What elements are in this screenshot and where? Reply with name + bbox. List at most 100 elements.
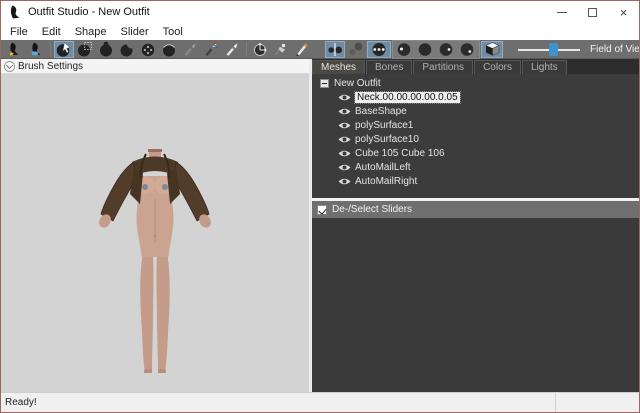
right-panel: Meshes Bones Partitions Colors Lights Ne… xyxy=(312,59,639,392)
tab-colors[interactable]: Colors xyxy=(474,60,521,74)
tree-row[interactable]: BaseShape xyxy=(312,104,639,118)
tab-lights[interactable]: Lights xyxy=(521,60,567,74)
minimize-button[interactable] xyxy=(546,1,577,23)
alpha-brush-button[interactable] xyxy=(222,41,242,58)
light-3-button[interactable] xyxy=(457,41,477,58)
tree-row[interactable]: Neck.00.00.00.00.0.05 xyxy=(312,90,639,104)
mask-brush-button[interactable] xyxy=(75,41,95,58)
menu-file[interactable]: File xyxy=(3,25,35,39)
visibility-eye-icon[interactable] xyxy=(338,107,351,116)
viewport-3d[interactable] xyxy=(1,74,309,392)
collapse-minus-icon[interactable] xyxy=(320,78,329,88)
light-2-icon xyxy=(439,43,453,56)
menu-tool[interactable]: Tool xyxy=(156,25,190,39)
load-project-icon xyxy=(31,42,40,56)
tree-item-label[interactable]: AutoMailRight xyxy=(355,176,417,187)
perspective-cube-icon xyxy=(484,42,500,56)
move-brush-button[interactable] xyxy=(138,41,158,58)
inflate-brush-icon xyxy=(100,41,112,57)
connected-vertices-button[interactable] xyxy=(346,41,366,58)
sliders-section-label: De-/Select Sliders xyxy=(332,204,413,215)
toolbar-right-group xyxy=(325,39,504,59)
field-of-view-label: Field of View: 65 xyxy=(590,43,640,55)
toolbar: Field of View: 65 xyxy=(1,39,640,59)
smooth-brush-button[interactable] xyxy=(159,41,179,58)
window-title: Outfit Studio - New Outfit xyxy=(28,6,150,18)
menu-slider[interactable]: Slider xyxy=(114,25,156,39)
brush-settings-header[interactable]: Brush Settings xyxy=(1,59,309,74)
inflate-brush-button[interactable] xyxy=(96,41,116,58)
toolbar-separator xyxy=(246,42,247,56)
main-content: Brush Settings Meshes Bones Partitions C… xyxy=(1,59,639,392)
status-text: Ready! xyxy=(5,397,37,408)
undiff-brush-button[interactable] xyxy=(180,41,200,58)
visibility-eye-icon[interactable] xyxy=(338,121,351,130)
pen-tool-button[interactable] xyxy=(292,41,312,58)
x-mirror-button[interactable] xyxy=(325,40,345,58)
menu-shape[interactable]: Shape xyxy=(68,25,114,39)
visibility-eye-icon[interactable] xyxy=(338,149,351,158)
select-tool-button[interactable] xyxy=(54,40,74,58)
tree-row[interactable]: AutoMailRight xyxy=(312,174,639,188)
pin-tool-button[interactable] xyxy=(271,41,291,58)
tree-item-label[interactable]: Neck.00.00.00.00.0.05 xyxy=(354,90,461,104)
new-project-icon xyxy=(8,42,18,57)
light-global-icon xyxy=(397,43,411,56)
tree-item-label[interactable]: BaseShape xyxy=(355,106,407,117)
sliders-panel xyxy=(312,218,639,392)
tree-root-row[interactable]: New Outfit xyxy=(312,76,639,90)
select-sliders-checkbox[interactable] xyxy=(317,204,327,215)
light-3-icon xyxy=(460,43,474,56)
slider-handle[interactable] xyxy=(549,42,558,56)
outfit-studio-window: Outfit Studio - New Outfit × File Edit S… xyxy=(0,0,640,413)
maximize-button[interactable] xyxy=(577,1,608,23)
visibility-eye-icon[interactable] xyxy=(338,135,351,144)
new-project-button[interactable] xyxy=(3,41,24,58)
color-brush-button[interactable] xyxy=(201,41,221,58)
deflate-brush-button[interactable] xyxy=(117,41,137,58)
mask-brush-icon xyxy=(78,42,92,57)
perspective-toggle-button[interactable] xyxy=(481,40,503,58)
tree-row[interactable]: Cube 105 Cube 106 xyxy=(312,146,639,160)
app-icon xyxy=(8,5,22,19)
field-of-view-slider[interactable] xyxy=(518,41,580,58)
light-global-button[interactable] xyxy=(394,41,414,58)
load-project-button[interactable] xyxy=(25,41,46,58)
window-controls: × xyxy=(546,1,639,23)
transform-tool-button[interactable] xyxy=(250,41,270,58)
smooth-brush-icon xyxy=(163,44,175,57)
tree-row[interactable]: polySurface1 xyxy=(312,118,639,132)
visibility-eye-icon[interactable] xyxy=(338,163,351,172)
tab-meshes[interactable]: Meshes xyxy=(312,60,366,74)
tree-item-label[interactable]: Cube 105 Cube 106 xyxy=(355,148,445,159)
edit-connected-icon xyxy=(372,43,386,56)
tree-item-label[interactable]: polySurface1 xyxy=(355,120,413,131)
status-bar: Ready! xyxy=(1,392,639,412)
minimize-icon xyxy=(556,11,567,13)
tree-row[interactable]: polySurface10 xyxy=(312,132,639,146)
left-panel: Brush Settings xyxy=(1,59,309,392)
light-1-icon xyxy=(418,43,432,56)
light-2-button[interactable] xyxy=(436,41,456,58)
pin-tool-icon xyxy=(274,43,286,56)
menu-edit[interactable]: Edit xyxy=(35,25,68,39)
visibility-eye-icon[interactable] xyxy=(338,177,351,186)
visibility-eye-icon[interactable] xyxy=(338,93,351,102)
tab-partitions[interactable]: Partitions xyxy=(413,60,474,74)
toolbar-separator xyxy=(50,42,51,56)
tree-root-label: New Outfit xyxy=(334,77,381,89)
menu-bar: File Edit Shape Slider Tool xyxy=(1,23,639,40)
connected-vertices-icon xyxy=(349,42,363,55)
tree-item-label[interactable]: AutoMailLeft xyxy=(355,162,411,173)
edit-connected-button[interactable] xyxy=(367,40,391,58)
transform-tool-icon xyxy=(254,42,267,56)
light-1-button[interactable] xyxy=(415,41,435,58)
tree-row[interactable]: AutoMailLeft xyxy=(312,160,639,174)
close-button[interactable]: × xyxy=(608,1,639,23)
tree-item-label[interactable]: polySurface10 xyxy=(355,134,419,145)
status-bar-section xyxy=(555,393,639,412)
select-tool-icon xyxy=(56,42,71,57)
collapse-chevron-icon xyxy=(4,60,15,72)
tab-bones[interactable]: Bones xyxy=(366,60,413,74)
pen-tool-icon xyxy=(296,43,308,57)
